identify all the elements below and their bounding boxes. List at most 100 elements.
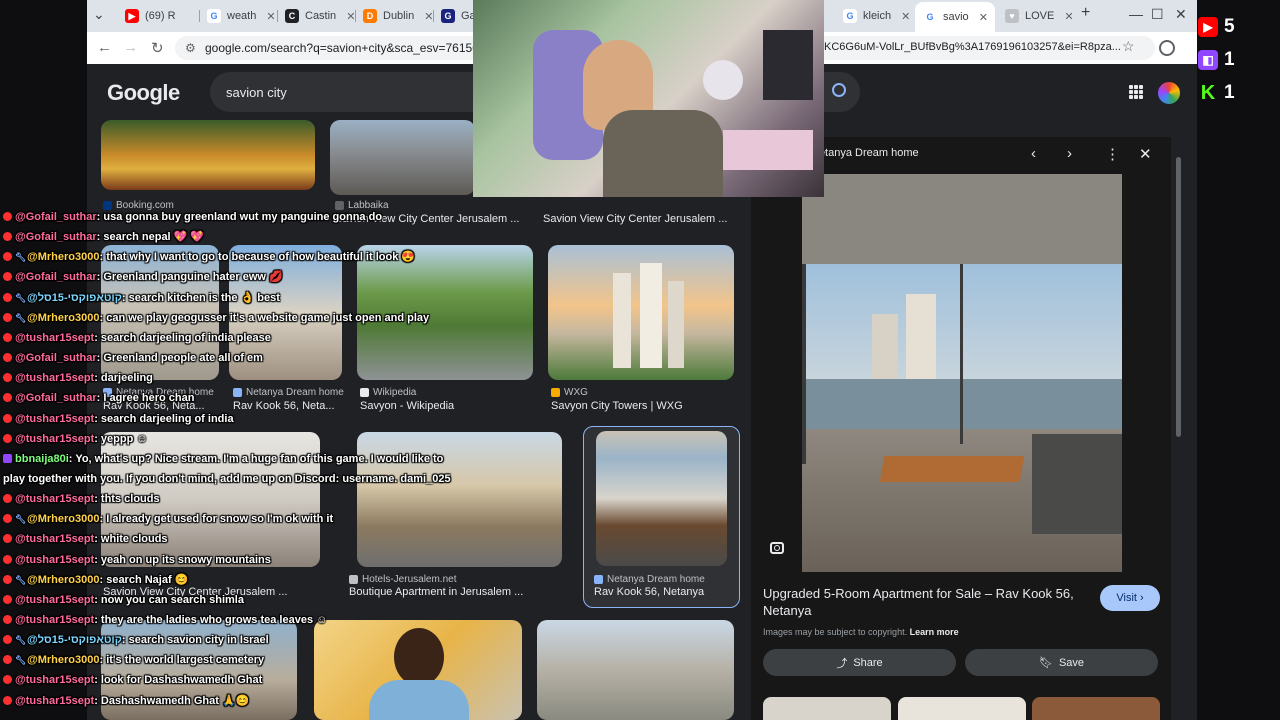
tab-label: Castin <box>305 10 337 22</box>
chat-text: : that why I want to go to because of ho… <box>99 251 416 264</box>
chat-message: 🔧︎@Mrhero3000: that why I want to go to … <box>3 250 415 264</box>
close-icon[interactable]: ✕ <box>424 10 433 23</box>
youtube-icon: ▶ <box>1198 17 1218 37</box>
tab-ga[interactable]: G Ga <box>433 4 473 28</box>
result-source: Wikipedia <box>360 387 416 398</box>
result-title[interactable]: Savion View City Center Jerusalem ... <box>543 213 743 225</box>
chat-message: 🔧︎@Mrhero3000: can we play geogusser it'… <box>3 311 429 325</box>
youtube-icon: ▶ <box>125 9 139 23</box>
chat-username: @קוטאפוקסי-15סל <box>27 291 122 304</box>
chat-username: @tushar15sept <box>15 614 95 626</box>
save-button[interactable]: 🔖︎ Save <box>965 649 1158 676</box>
tab-love[interactable]: ♥ LOVE ✕ <box>997 4 1075 28</box>
tab-label: Dublin <box>383 10 415 22</box>
search-icon[interactable] <box>832 83 846 97</box>
result-image[interactable] <box>330 120 475 195</box>
close-icon[interactable]: ✕ <box>1064 10 1073 23</box>
related-image[interactable] <box>1032 697 1160 720</box>
youtube-badge-icon <box>3 252 12 262</box>
google-logo[interactable]: Google <box>107 80 180 106</box>
result-title[interactable]: Boutique Apartment in Jerusalem ... <box>349 586 539 598</box>
previous-icon[interactable]: ‹ <box>1031 145 1036 162</box>
site-info-icon[interactable]: ⚙ <box>185 41 196 55</box>
result-image[interactable] <box>314 620 522 720</box>
close-window-button[interactable]: ✕ <box>1175 6 1187 23</box>
learn-more-link[interactable]: Learn more <box>910 627 959 637</box>
close-icon[interactable]: ✕ <box>266 10 275 23</box>
chat-message: @tushar15sept: yeah on up its snowy moun… <box>3 553 271 567</box>
chat-text: : yeppp ☺ <box>94 432 148 445</box>
moderator-wrench-icon: 🔧︎ <box>15 655 27 666</box>
result-source: Hotels-Jerusalem.net <box>349 574 456 585</box>
chat-text: : Greenland panguine hater eww 💋 <box>96 271 283 284</box>
result-title[interactable]: Savyon City Towers | WXG <box>551 400 731 412</box>
chat-username: @tushar15sept <box>15 674 95 687</box>
youtube-badge-icon <box>3 433 12 443</box>
profile-icon[interactable] <box>1159 40 1175 56</box>
reload-icon[interactable]: ↻ <box>151 39 164 57</box>
share-button[interactable]: ⤴ Share <box>763 649 956 676</box>
lens-icon[interactable] <box>770 542 784 554</box>
tab-savion[interactable]: G savio ✕ <box>915 2 995 32</box>
twitch-badge-icon <box>3 453 12 463</box>
panel-scrollbar[interactable] <box>1173 137 1183 720</box>
chat-username: @tushar15sept <box>15 593 95 606</box>
tab-dublin[interactable]: D Dublin ✕ <box>355 4 433 28</box>
tab-kleich[interactable]: G kleich ✕ <box>835 4 913 28</box>
panel-source-title[interactable]: Netanya Dream home <box>811 147 919 159</box>
dublin-icon: D <box>363 9 377 23</box>
result-title[interactable]: Rav Kook 56, Netanya <box>594 586 734 598</box>
chat-username: bbnaija80i <box>15 452 69 465</box>
close-icon[interactable]: ✕ <box>901 10 910 23</box>
more-options-icon[interactable]: ⋮ <box>1105 145 1120 163</box>
back-icon[interactable]: ← <box>97 39 112 56</box>
maximize-button[interactable]: ☐ <box>1151 6 1164 23</box>
chat-username: @Gofail_suthar <box>15 352 97 365</box>
chat-username: @tushar15sept <box>15 553 95 566</box>
chat-text: : search Najaf 😊 <box>99 573 189 586</box>
preview-image[interactable] <box>802 174 1122 572</box>
result-image[interactable] <box>537 620 734 720</box>
result-title[interactable]: Savyon - Wikipedia <box>360 400 530 412</box>
chat-message: @Gofail_suthar: Greenland panguine hater… <box>3 270 283 284</box>
chat-username: @Mrhero3000 <box>27 251 100 264</box>
chat-text: : I agree hero chan <box>96 392 195 405</box>
tab-youtube[interactable]: ▶ (69) R <box>117 4 197 28</box>
result-image[interactable] <box>596 431 727 566</box>
new-tab-button[interactable]: + <box>1081 4 1090 22</box>
tab-weather[interactable]: G weath ✕ <box>199 4 277 28</box>
tab-casting[interactable]: C Castin ✕ <box>277 4 355 28</box>
visit-button[interactable]: Visit › <box>1100 585 1160 611</box>
chat-message: 🔧︎@Mrhero3000: it's the world largest ce… <box>3 653 264 667</box>
result-source: Netanya Dream home <box>594 574 705 585</box>
close-icon[interactable]: ✕ <box>1139 145 1152 163</box>
youtube-badge-icon <box>3 574 12 584</box>
result-image[interactable] <box>548 245 734 380</box>
youtube-badge-icon <box>3 514 12 524</box>
google-apps-icon[interactable] <box>1129 85 1143 99</box>
youtube-badge-icon <box>3 615 12 624</box>
result-heading[interactable]: Upgraded 5-Room Apartment for Sale – Rav… <box>763 585 1103 619</box>
chat-text: : darjeeling <box>94 372 153 385</box>
avatar[interactable] <box>1156 80 1182 106</box>
bookmark-star-icon[interactable]: ☆ <box>1122 38 1135 55</box>
close-icon[interactable]: ✕ <box>346 10 355 23</box>
chevron-right-icon: › <box>1139 592 1144 604</box>
url-text: google.com/search?q=savion+city&sca_esv=… <box>205 41 499 55</box>
kick-viewer-count: K 1 <box>1198 82 1235 104</box>
related-image[interactable] <box>898 697 1026 720</box>
tab-list-button[interactable]: ⌄ <box>93 6 105 23</box>
chat-message: @tushar15sept: thts clouds <box>3 492 160 506</box>
result-image[interactable] <box>101 120 315 190</box>
next-icon[interactable]: › <box>1067 145 1072 162</box>
chat-username: @tushar15sept <box>15 493 95 506</box>
youtube-badge-icon <box>3 695 12 705</box>
minimize-button[interactable]: — <box>1129 6 1143 22</box>
chat-username: @Mrhero3000 <box>27 311 100 324</box>
result-title[interactable]: Rav Kook 56, Neta... <box>233 400 338 412</box>
related-image[interactable] <box>763 697 891 720</box>
chat-username: @tushar15sept <box>15 412 95 425</box>
forward-icon[interactable]: → <box>123 39 138 56</box>
close-icon[interactable]: ✕ <box>979 11 988 24</box>
moderator-wrench-icon: 🔧︎ <box>15 252 27 263</box>
